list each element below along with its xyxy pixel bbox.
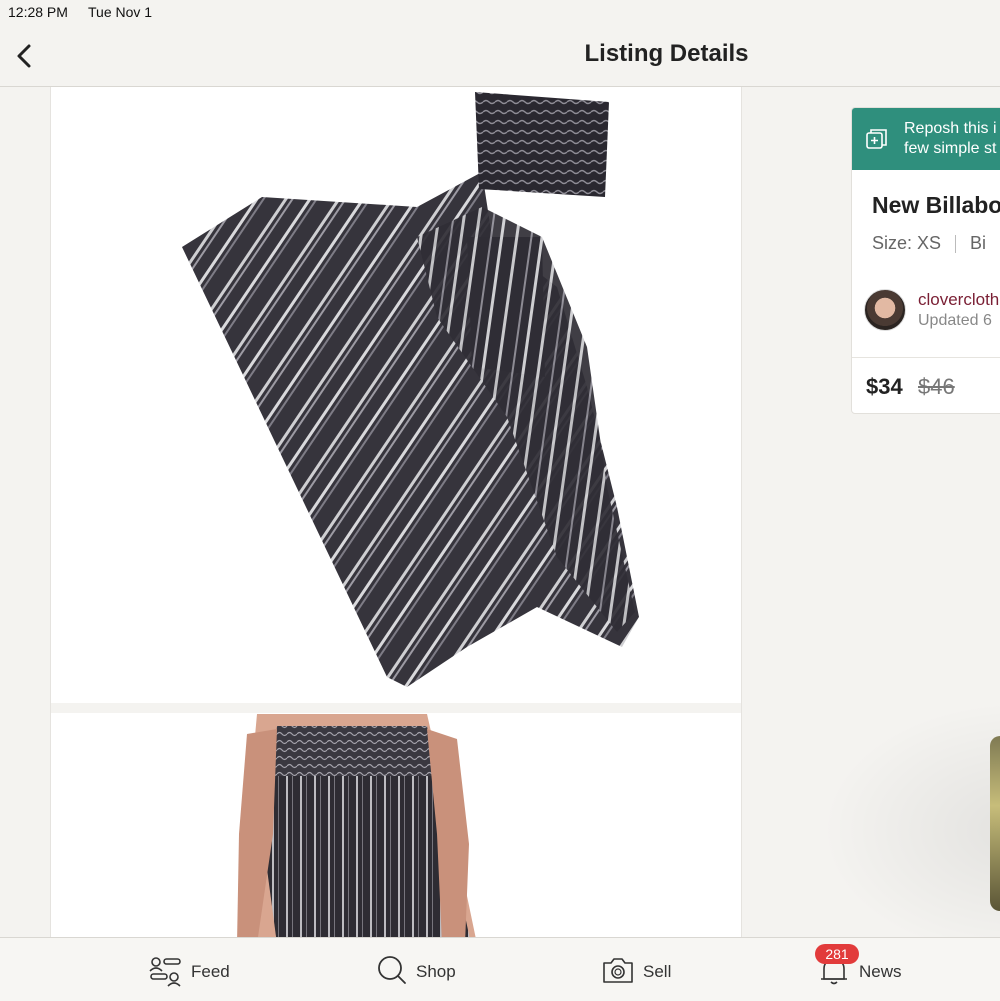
listing-photo-model[interactable]	[87, 714, 705, 937]
tab-feed-label: Feed	[191, 962, 230, 981]
news-badge: 281	[815, 944, 859, 964]
back-button[interactable]	[10, 38, 42, 74]
repost-banner[interactable]: Reposh this i few simple st	[852, 108, 1000, 170]
listing-photo-gallery[interactable]	[50, 87, 742, 937]
meta-divider	[955, 235, 957, 254]
listing-meta: Size: XS Bi	[872, 233, 986, 254]
striped-pants-image	[182, 92, 639, 687]
tab-sell-label: Sell	[643, 962, 672, 981]
listing-title: New Billabo	[872, 192, 1000, 218]
tab-shop-label: Shop	[416, 962, 456, 981]
search-icon	[378, 956, 406, 984]
status-bar: 12:28 PM Tue Nov 1	[0, 0, 1000, 26]
model-wearing-pants-image	[237, 714, 476, 937]
seller-avatar[interactable]	[864, 289, 906, 331]
bottom-tab-bar: Feed Shop Sell 281 News	[0, 937, 1000, 1001]
tab-sell[interactable]: Sell	[602, 950, 682, 990]
status-date: Tue Nov 1	[88, 4, 153, 20]
chevron-left-icon	[17, 44, 31, 68]
overlay-shadow	[820, 700, 1000, 960]
floating-thumbnail[interactable]	[990, 736, 1000, 911]
navigation-bar: Listing Details	[0, 26, 1000, 87]
size-label: Size: XS	[872, 233, 942, 253]
repost-text: Reposh this i few simple st	[904, 120, 997, 157]
price: $34	[866, 374, 903, 399]
tab-feed[interactable]: Feed	[148, 950, 238, 990]
feed-icon	[149, 957, 181, 987]
page-title: Listing Details	[584, 40, 749, 67]
updated-time: Updated 6	[918, 312, 992, 329]
tab-shop[interactable]: Shop	[376, 950, 466, 990]
brand-label[interactable]: Bi	[970, 233, 986, 253]
status-time: 12:28 PM	[8, 4, 68, 20]
listing-info-card: Reposh this i few simple st New Billabo …	[851, 107, 1000, 414]
seller-name[interactable]: clovercloth	[918, 290, 999, 310]
tab-news-label: News	[859, 962, 902, 981]
camera-icon	[603, 958, 633, 983]
card-divider	[852, 357, 1000, 358]
photo-separator	[51, 703, 741, 713]
tab-news[interactable]: 281 News	[815, 944, 908, 990]
listing-photo-main[interactable]	[87, 87, 707, 702]
repost-icon	[866, 129, 887, 149]
original-price: $46	[918, 374, 955, 399]
